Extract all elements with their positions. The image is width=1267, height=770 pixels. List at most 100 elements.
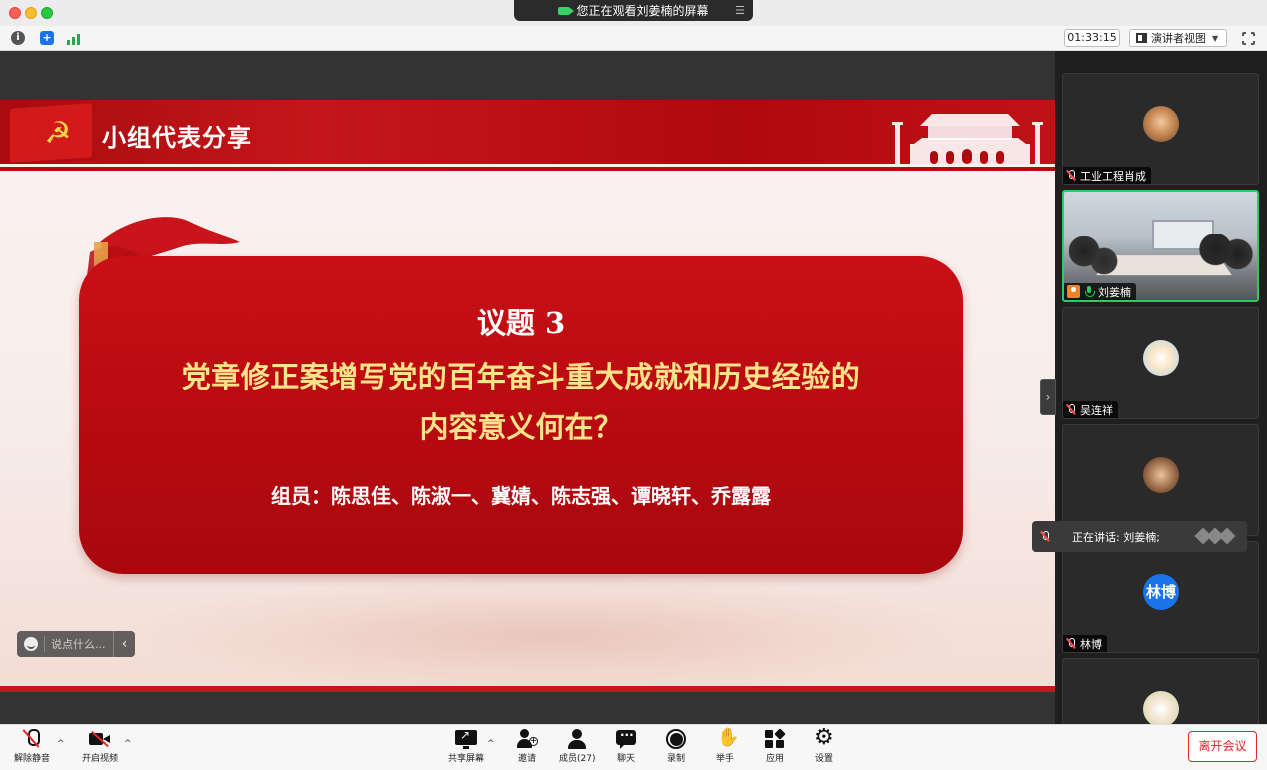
- leave-meeting-button[interactable]: 离开会议: [1188, 731, 1257, 762]
- apps-button[interactable]: 应用: [764, 728, 786, 767]
- screen-share-banner[interactable]: 您正在观看刘姜楠的屏幕 ☰: [514, 0, 753, 21]
- group-members: 组员：陈思佳、陈淑一、冀婧、陈志强、谭晓轩、乔露露: [271, 484, 771, 508]
- participants-panel[interactable]: 工业工程肖成 刘姜楠 吴连祥 林博 林博: [1055, 51, 1267, 724]
- topic-question-line1: 党章修正案增写党的百年奋斗重大成就和历史经验的: [181, 360, 861, 394]
- participant-name-tag: 吴连祥: [1063, 401, 1118, 418]
- meeting-controls-bar: 解除静音 ^ 开启视频 ^ 共享屏幕 ^ + 邀请 成员(27) 聊天 录制 举…: [0, 724, 1267, 770]
- chevron-left-icon[interactable]: ‹: [113, 631, 135, 657]
- menu-icon[interactable]: ☰: [735, 4, 745, 17]
- record-button[interactable]: 录制: [665, 729, 687, 767]
- speaking-dots-icon: [1194, 527, 1236, 545]
- people-scene: [1069, 236, 1119, 286]
- host-icon: [1067, 285, 1080, 298]
- mic-active-icon: [1084, 286, 1095, 297]
- mic-muted-icon: [1040, 531, 1050, 542]
- maximize-window-button[interactable]: [41, 7, 53, 19]
- screen-share-banner-text: 您正在观看刘姜楠的屏幕: [576, 4, 709, 18]
- meeting-timer: 01:33:15: [1064, 29, 1120, 47]
- participant-name: 吴连祥: [1080, 403, 1113, 417]
- camera-icon: [558, 6, 575, 15]
- ink-splash-decoration: [150, 580, 950, 690]
- mic-muted-icon: [1066, 638, 1076, 649]
- settings-button[interactable]: 设置: [813, 725, 835, 767]
- topic-question-line2: 内容意义何在？: [419, 410, 623, 444]
- participant-tile[interactable]: 工业工程肖成: [1062, 73, 1259, 185]
- quick-chat-input[interactable]: 说点什么... ‹: [17, 631, 135, 657]
- speaking-label: 正在讲话: 刘姜楠;: [1072, 530, 1160, 544]
- share-screen-label: 共享屏幕: [448, 754, 485, 764]
- apps-icon: [764, 728, 786, 749]
- close-window-button[interactable]: [9, 7, 21, 19]
- presentation-slide: ☭ 小组代表分享 议题 3 党章修正案增写党的百年奋斗重大成就和历史经验的 内容…: [0, 100, 1055, 692]
- slide-bottom-bar: [0, 686, 1055, 692]
- party-emblem-icon: ☭: [44, 116, 72, 151]
- participant-tile[interactable]: 林博 林博: [1062, 541, 1259, 653]
- fullscreen-icon[interactable]: [1241, 31, 1256, 46]
- people-scene: [1199, 234, 1254, 284]
- chevron-up-icon[interactable]: ^: [487, 739, 495, 749]
- participant-tile[interactable]: [1062, 658, 1259, 724]
- chevron-up-icon[interactable]: ^: [57, 739, 65, 749]
- quick-chat-placeholder[interactable]: 说点什么...: [51, 636, 113, 652]
- unmute-button[interactable]: 解除静音: [14, 729, 50, 767]
- settings-label: 设置: [814, 754, 833, 764]
- minimize-window-button[interactable]: [25, 7, 37, 19]
- hand-icon: [714, 727, 739, 749]
- apps-label: 应用: [765, 754, 784, 764]
- participant-name-tag: 刘姜楠: [1064, 283, 1136, 300]
- invite-label: 邀请: [517, 754, 536, 764]
- chat-icon: [615, 728, 637, 749]
- members-label: 成员(27): [559, 754, 596, 764]
- participant-name-tag: 工业工程肖成: [1063, 167, 1151, 184]
- participant-name: 林博: [1080, 637, 1102, 651]
- mic-muted-icon: [1066, 170, 1076, 181]
- view-mode-button[interactable]: 演讲者视图 ▼: [1129, 29, 1227, 47]
- gear-icon: [813, 725, 835, 750]
- record-icon: [665, 729, 687, 749]
- speaking-indicator: 正在讲话: 刘姜楠;: [1032, 521, 1247, 552]
- topic-card: 议题 3 党章修正案增写党的百年奋斗重大成就和历史经验的 内容意义何在？ 组员：…: [79, 256, 963, 574]
- start-video-label: 开启视频: [82, 754, 119, 764]
- raise-hand-button[interactable]: 举手: [714, 727, 739, 767]
- participant-tile-active[interactable]: 刘姜楠: [1062, 190, 1259, 302]
- share-screen-button[interactable]: 共享屏幕: [448, 728, 485, 767]
- tiananmen-gate-icon: [892, 114, 1043, 164]
- topic-number: 议题 3: [476, 306, 566, 340]
- invite-button[interactable]: + 邀请: [516, 729, 538, 767]
- avatar: [1143, 340, 1179, 376]
- divider: [44, 636, 45, 652]
- view-mode-label: 演讲者视图: [1151, 32, 1206, 45]
- mic-muted-icon: [1066, 404, 1076, 415]
- participant-tile[interactable]: [1062, 424, 1259, 536]
- shield-icon[interactable]: +: [40, 31, 54, 45]
- slide-header-title: 小组代表分享: [102, 124, 252, 152]
- speaker-view-icon: [1136, 33, 1147, 43]
- chevron-down-icon: ▼: [1212, 33, 1219, 43]
- participant-name: 工业工程肖成: [1080, 169, 1146, 183]
- chevron-up-icon[interactable]: ^: [124, 739, 132, 749]
- avatar: [1143, 106, 1179, 142]
- avatar: [1143, 691, 1179, 724]
- participant-name: 刘姜楠: [1098, 285, 1131, 299]
- participant-tile[interactable]: 吴连祥: [1062, 307, 1259, 419]
- video-off-icon: [89, 729, 111, 749]
- mic-off-icon: [21, 729, 43, 749]
- unmute-label: 解除静音: [14, 754, 51, 764]
- avatar: [1143, 457, 1179, 493]
- start-video-button[interactable]: 开启视频: [82, 729, 118, 767]
- info-icon[interactable]: i: [11, 31, 25, 45]
- add-person-icon: +: [516, 729, 538, 749]
- shared-screen-stage: ☭ 小组代表分享 议题 3 党章修正案增写党的百年奋斗重大成就和历史经验的 内容…: [0, 51, 1055, 724]
- meeting-toolbar: i + 01:33:15 演讲者视图 ▼: [0, 26, 1267, 51]
- signal-strength-icon[interactable]: [67, 31, 83, 45]
- members-icon: [566, 729, 588, 749]
- avatar-initials: 林博: [1143, 574, 1179, 610]
- collapse-panel-button[interactable]: ›: [1040, 379, 1056, 415]
- chat-label: 聊天: [616, 754, 635, 764]
- chat-button[interactable]: 聊天: [615, 728, 637, 767]
- members-button[interactable]: 成员(27): [559, 729, 595, 767]
- record-label: 录制: [666, 754, 685, 764]
- participant-name-tag: 林博: [1063, 635, 1107, 652]
- emoji-icon[interactable]: [24, 637, 38, 651]
- title-bar: 您正在观看刘姜楠的屏幕 ☰: [0, 0, 1267, 26]
